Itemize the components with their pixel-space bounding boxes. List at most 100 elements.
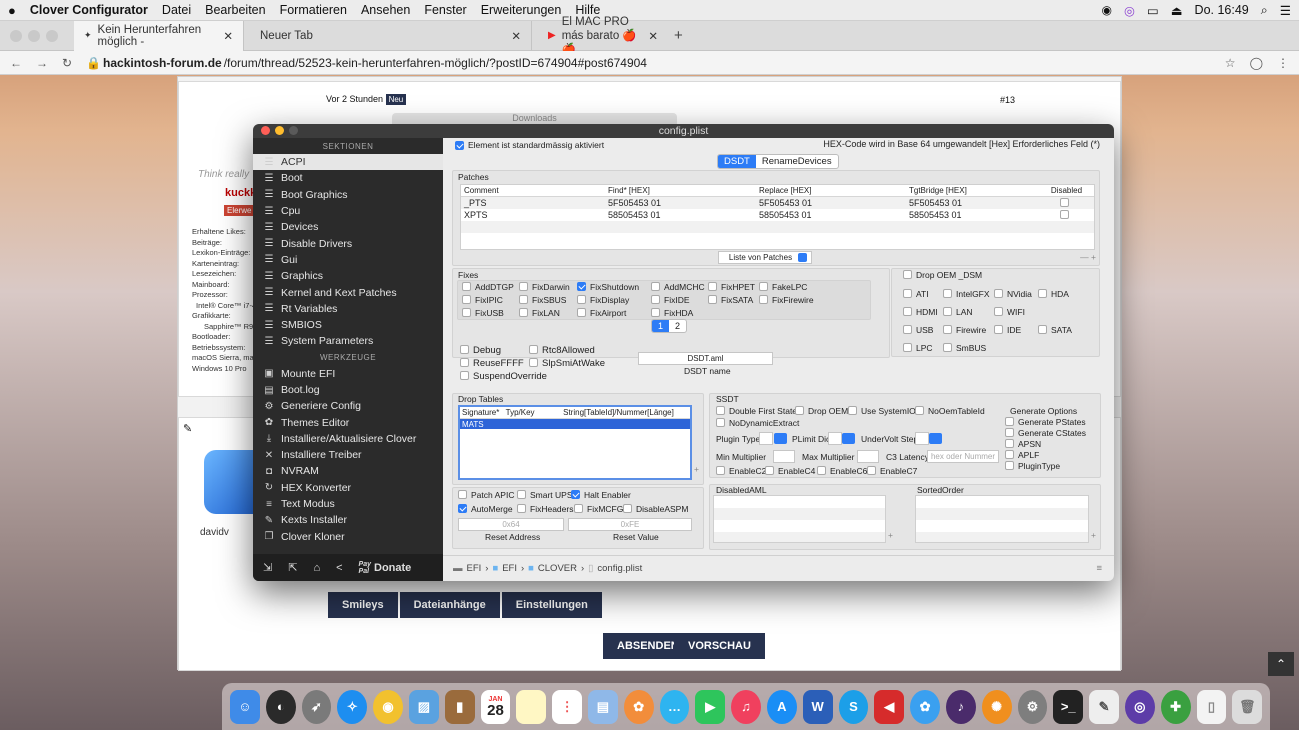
plugin-type-input[interactable] [759, 432, 773, 445]
enable-c-checkbox[interactable]: EnableC2 [716, 466, 766, 476]
menu-app-name[interactable]: Clover Configurator [30, 3, 148, 17]
fix-checkbox[interactable]: FixDarwin [519, 282, 570, 292]
share-icon[interactable]: < [336, 562, 342, 574]
bottom-checkbox[interactable]: Patch APIC [458, 490, 514, 500]
clover-status-icon[interactable]: ◎ [1124, 3, 1135, 18]
compressor-icon[interactable]: ◀ [874, 689, 905, 724]
menu-edit[interactable]: Bearbeiten [205, 3, 265, 17]
post-number[interactable]: #13 [1000, 95, 1015, 105]
eject-icon[interactable]: ⏏ [1171, 3, 1183, 18]
cell[interactable]: 5F505453 01 [909, 198, 1039, 208]
close-tab-icon[interactable]: ✕ [648, 29, 658, 43]
reset-value-input[interactable]: 0xFE [568, 518, 692, 531]
documents-icon[interactable]: ▯ [1196, 689, 1227, 724]
sidebar-item-system-parameters[interactable]: ☰ System Parameters [253, 333, 443, 349]
add-remove-patch[interactable]: — + [1080, 252, 1096, 262]
generate-checkbox[interactable]: APLF [1005, 450, 1039, 460]
plugin-type-dropdown[interactable] [774, 433, 787, 444]
close-window-icon[interactable] [10, 29, 22, 42]
skype-icon[interactable]: S [838, 689, 869, 724]
bottom-checkbox[interactable]: DisableASPM [623, 504, 688, 514]
trash-icon[interactable]: 🗑 [1232, 689, 1263, 724]
airplay-icon[interactable]: ▭ [1147, 3, 1159, 18]
path-efi-folder[interactable]: EFI [502, 563, 517, 574]
enable-c-checkbox[interactable]: EnableC6 [817, 466, 867, 476]
sidebar-item-boot-graphics[interactable]: ☰ Boot Graphics [253, 187, 443, 203]
tool-clover-cloner[interactable]: ❐ Clover Kloner [253, 529, 443, 545]
reset-address-input[interactable]: 0x64 [458, 518, 564, 531]
ssdt-checkbox[interactable]: Drop OEM [795, 406, 848, 416]
close-tab-icon[interactable]: ✕ [511, 29, 521, 43]
path-config-file[interactable]: config.plist [597, 563, 642, 574]
bookmark-star-icon[interactable]: ☆ [1225, 56, 1236, 70]
tab-forum[interactable]: ✦ Kein Herunterfahren möglich - ✕ [74, 20, 244, 51]
disabled-checkbox[interactable] [1039, 210, 1094, 220]
drop-oem-checkbox[interactable]: Drop OEM _DSM [903, 270, 982, 280]
cell[interactable]: 58505453 01 [909, 210, 1039, 220]
word-icon[interactable]: W [802, 689, 833, 724]
max-mult-input[interactable] [857, 450, 879, 463]
close-tab-icon[interactable]: ✕ [223, 29, 233, 43]
facetime-icon[interactable]: ▶ [695, 689, 726, 724]
reuseffff-checkbox[interactable]: ReuseFFFF [460, 358, 524, 369]
textedit-icon[interactable]: ✎ [1089, 689, 1119, 724]
sidebar-item-devices[interactable]: ☰ Devices [253, 219, 443, 235]
enable-c-checkbox[interactable]: EnableC7 [867, 466, 917, 476]
zoom-window-icon[interactable] [46, 29, 58, 42]
sidebar-item-smbios[interactable]: ☰ SMBIOS [253, 317, 443, 333]
smileys-button[interactable]: Smileys [328, 592, 398, 618]
app-store-icon[interactable]: A [766, 689, 797, 724]
undervolt-dropdown[interactable] [929, 433, 942, 444]
photo-booth-icon[interactable]: ▤ [587, 689, 618, 724]
username[interactable]: davidv [200, 527, 229, 538]
fix-checkbox[interactable]: FakeLPC [759, 282, 807, 292]
dsm-checkbox[interactable]: Firewire [943, 325, 986, 335]
min-mult-input[interactable] [773, 450, 795, 463]
scroll-top-button[interactable]: ⌃ [1268, 652, 1294, 676]
menu-window[interactable]: Fenster [424, 3, 466, 17]
tab-dsdt[interactable]: DSDT [718, 155, 756, 168]
generate-checkbox[interactable]: Generate PStates [1005, 417, 1086, 427]
plimit-dropdown[interactable] [842, 433, 855, 444]
dsm-checkbox[interactable]: HDMI [903, 307, 938, 317]
generate-checkbox[interactable]: Generate CStates [1005, 428, 1086, 438]
sidebar-item-kernel-kext[interactable]: ☰ Kernel and Kext Patches [253, 284, 443, 300]
fix-checkbox[interactable]: AddMCHC [651, 282, 705, 292]
url-field[interactable]: 🔒 hackintosh-forum.de/forum/thread/52523… [86, 56, 647, 70]
debug-checkbox[interactable]: Debug [460, 345, 501, 356]
tool-themes-editor[interactable]: ✿ Themes Editor [253, 414, 443, 430]
bottom-checkbox[interactable]: AutoMerge [458, 504, 513, 514]
tool-install-clover[interactable]: ⤓ Installiere/Aktualisiere Clover [253, 431, 443, 447]
fix-checkbox[interactable]: FixAirport [577, 308, 626, 318]
tool-text-mode[interactable]: ≡ Text Modus [253, 496, 443, 512]
table-row[interactable]: _PTS 5F505453 01 5F505453 01 5F505453 01 [461, 197, 1094, 209]
dsm-checkbox[interactable]: HDA [1038, 289, 1069, 299]
import-icon[interactable]: ⇲ [263, 561, 272, 574]
dsm-checkbox[interactable]: IDE [994, 325, 1021, 335]
contacts-icon[interactable]: ▮ [444, 689, 475, 724]
reminders-icon[interactable]: ⋮ [552, 689, 582, 724]
minimize-window-icon[interactable] [28, 29, 40, 42]
undervolt-input[interactable] [915, 432, 929, 445]
vlc-icon[interactable]: ✺ [981, 689, 1012, 724]
path-clover-folder[interactable]: CLOVER [538, 563, 577, 574]
generate-checkbox[interactable]: PluginType [1005, 461, 1060, 471]
tab-youtube[interactable]: ▶ El MAC PRO más barato 🍎 🍎 ✕ [538, 16, 668, 56]
suspend-override-checkbox[interactable]: SuspendOverride [460, 371, 547, 382]
clover-configurator-icon[interactable]: ✿ [910, 689, 940, 724]
fix-checkbox[interactable]: FixHPET [708, 282, 755, 292]
attachments-button[interactable]: Dateianhänge [399, 592, 500, 618]
clock[interactable]: Do. 16:49 [1195, 3, 1249, 17]
launchpad-icon[interactable]: ➶ [301, 689, 332, 724]
fix-checkbox[interactable]: FixIPIC [462, 295, 503, 305]
cell[interactable]: 5F505453 01 [608, 198, 759, 208]
hamburger-icon[interactable]: ≡ [1096, 563, 1102, 574]
dsm-checkbox[interactable]: SmBUS [943, 343, 986, 353]
messages-icon[interactable]: … [659, 689, 690, 724]
sidebar-item-cpu[interactable]: ☰ Cpu [253, 203, 443, 219]
home-icon[interactable]: ⌂ [313, 562, 320, 574]
tool-boot-log[interactable]: ▤ Boot.log [253, 382, 443, 398]
bottom-checkbox[interactable]: FixMCFG [574, 504, 623, 514]
cell[interactable]: _PTS [461, 198, 608, 208]
fix-checkbox[interactable]: FixDisplay [577, 295, 629, 305]
